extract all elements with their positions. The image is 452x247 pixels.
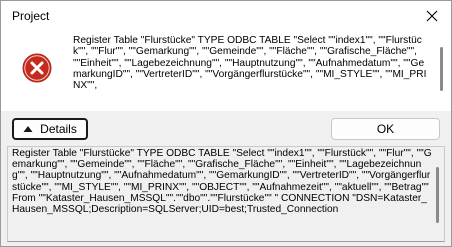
details-scrollbar[interactable] [436,167,439,223]
details-textbox[interactable]: Register Table "Flurstücke" TYPE ODBC TA… [7,146,445,242]
ok-button-label: OK [376,122,395,136]
message-scrollbar[interactable] [440,47,443,91]
details-text[interactable]: Register Table "Flurstücke" TYPE ODBC TA… [12,148,432,240]
project-dialog: Project Register Table "Flurstücke" TYPE… [0,0,452,247]
message-panel: Register Table "Flurstücke" TYPE ODBC TA… [1,31,451,111]
details-button[interactable]: Details [12,118,88,140]
error-icon [22,53,52,83]
chevron-up-icon [23,126,33,132]
window-title: Project [12,9,50,23]
close-icon-glyph [426,10,438,22]
title-bar[interactable]: Project [1,1,451,31]
close-icon[interactable] [421,5,443,27]
ok-button[interactable]: OK [331,118,440,140]
message-text: Register Table "Flurstücke" TYPE ODBC TA… [73,35,427,92]
details-button-label: Details [40,122,77,136]
